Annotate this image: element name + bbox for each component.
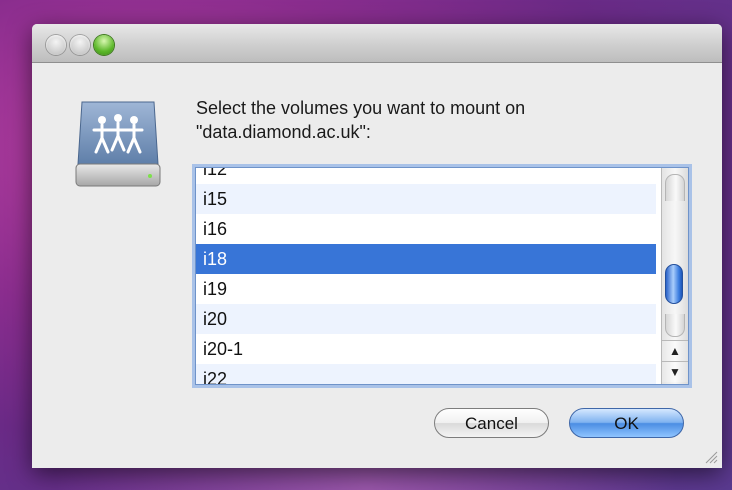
ok-button[interactable]: OK	[569, 408, 684, 438]
network-drive-icon	[72, 94, 164, 194]
scroll-up-arrow-icon[interactable]: ▲	[662, 340, 688, 361]
zoom-button[interactable]	[94, 35, 114, 55]
volumes-list-rows: i12 i15 i16 i18 i19 i20 i20-1 i22	[196, 168, 656, 384]
dialog-prompt: Select the volumes you want to mount on …	[196, 96, 666, 144]
prompt-line-1: Select the volumes you want to mount on	[196, 98, 526, 118]
list-item[interactable]: i16	[196, 214, 656, 244]
list-item[interactable]: i20-1	[196, 334, 656, 364]
list-item[interactable]: i20	[196, 304, 656, 334]
scroll-down-arrow-icon[interactable]: ▼	[662, 361, 688, 382]
scroll-track-bottom	[665, 314, 685, 337]
list-item[interactable]: i22	[196, 364, 656, 384]
list-item[interactable]: i12	[196, 168, 656, 184]
cancel-button[interactable]: Cancel	[434, 408, 549, 438]
list-item-selected[interactable]: i18	[196, 244, 656, 274]
prompt-line-2: "data.diamond.ac.uk":	[196, 122, 371, 142]
list-item[interactable]: i19	[196, 274, 656, 304]
scroll-track-top	[665, 174, 685, 201]
resize-grip-icon[interactable]	[704, 450, 718, 464]
minimize-button[interactable]	[70, 35, 90, 55]
title-bar[interactable]	[32, 24, 722, 63]
volumes-list[interactable]: i12 i15 i16 i18 i19 i20 i20-1 i22 ▲ ▼	[195, 167, 689, 385]
scrollbar-thumb[interactable]	[665, 264, 683, 304]
vertical-scrollbar[interactable]: ▲ ▼	[661, 168, 688, 384]
list-item[interactable]: i15	[196, 184, 656, 214]
mount-volumes-dialog: Select the volumes you want to mount on …	[32, 24, 722, 468]
close-button[interactable]	[46, 35, 66, 55]
